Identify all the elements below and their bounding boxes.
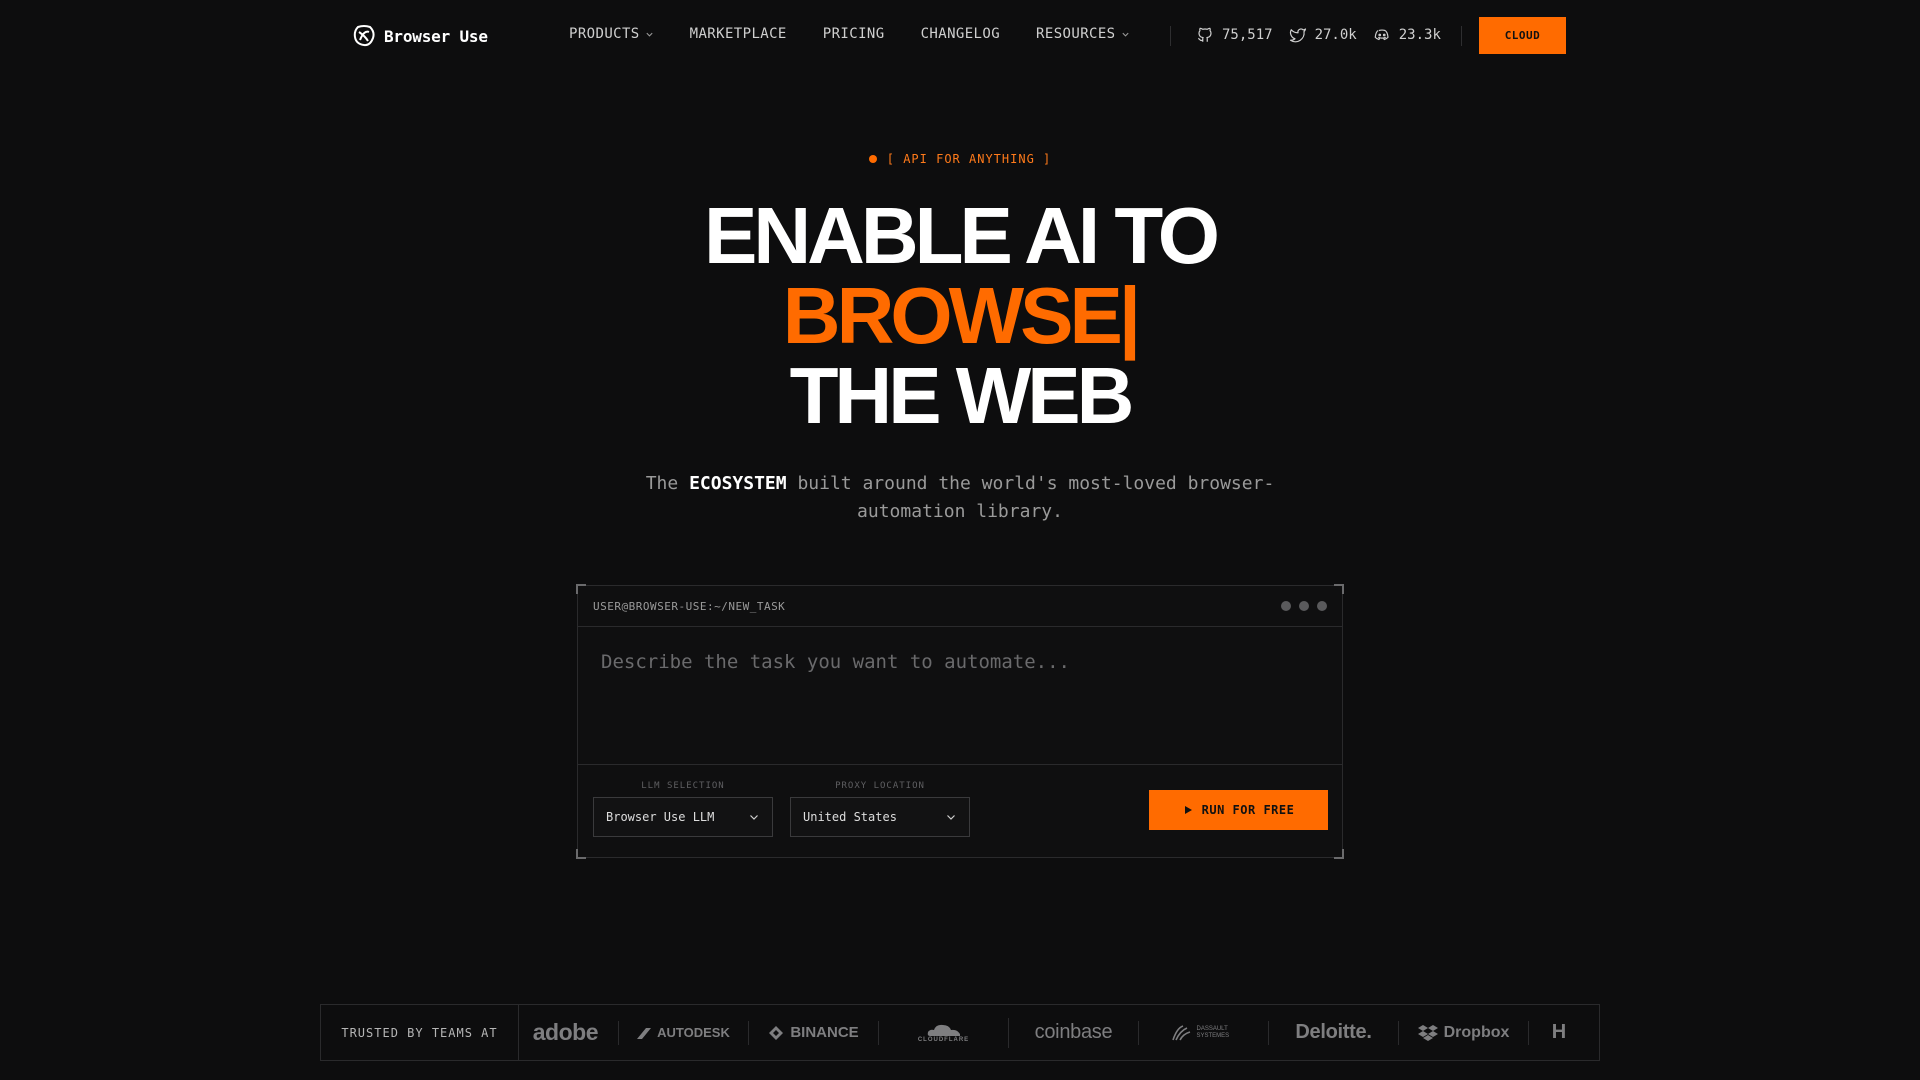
hero-tag-text: [ API FOR ANYTHING ] [886,152,1052,166]
nav-changelog-label: CHANGELOG [920,26,1001,42]
tag-dot-icon [868,155,877,163]
subtitle-post: built around the world's most-loved brow… [797,473,1275,522]
brand-logos-marquee: adobe AUTODESK BINANCE CLOUDFLARE coinba… [519,1005,1599,1060]
proxy-select-value: United States [803,810,897,824]
brand-deloitte: Deloitte. [1269,1020,1399,1045]
twitter-followers-link[interactable]: 27.0k [1289,26,1357,44]
nav-marketplace[interactable]: MARKETPLACE [690,26,787,42]
brand-name: Browser Use [384,26,488,46]
brand-adobe-text: adobe [532,1019,599,1045]
terminal-footer: LLM SELECTION Browser Use LLM PROXY LOCA… [578,765,1342,857]
play-icon [1184,806,1192,814]
terminal-path: USER@BROWSER-USE:~/NEW_TASK [593,599,786,613]
hero-tag: [ API FOR ANYTHING ] [0,152,1920,166]
brand-coinbase: coinbase [1009,1020,1139,1045]
browser-use-logo-icon [353,25,375,47]
discord-members-link[interactable]: 23.3k [1373,26,1441,44]
headline-line-3: THE WEB [789,351,1135,440]
twitter-followers-count: 27.0k [1314,27,1357,43]
chevron-down-icon [947,815,955,820]
frame-corner [576,584,586,594]
nav-products[interactable]: PRODUCTS [569,26,654,42]
run-button-label: RUN FOR FREE [1201,803,1295,817]
discord-icon [1374,29,1389,41]
proxy-location-label: PROXY LOCATION [835,781,925,791]
dropbox-logo-icon [1417,1024,1438,1041]
twitter-icon [1289,28,1306,43]
brand-dassault: DASSAULT SYSTEMES [1139,1020,1269,1045]
nav-resources-label: RESOURCES [1036,26,1116,42]
dassault-logo-icon [1171,1024,1190,1040]
subtitle-bold: ECOSYSTEM [689,473,787,494]
nav-resources[interactable]: RESOURCES [1036,26,1129,42]
chevron-down-icon [646,32,653,37]
trusted-label: TRUSTED BY TEAMS AT [321,1005,519,1060]
brand-dropbox: Dropbox [1399,1020,1529,1045]
proxy-location-group: PROXY LOCATION United States [790,781,970,837]
terminal-header: USER@BROWSER-USE:~/NEW_TASK [578,586,1342,627]
brand-dropbox-text: Dropbox [1443,1023,1510,1041]
brand-binance-text: BINANCE [790,1024,859,1041]
github-icon [1197,27,1212,42]
github-stars-count: 75,517 [1222,27,1273,43]
llm-selection-group: LLM SELECTION Browser Use LLM [593,781,773,837]
task-input[interactable] [578,627,1342,765]
brand-autodesk: AUTODESK [619,1020,749,1045]
nav-links: PRODUCTS MARKETPLACE PRICING CHANGELOG R… [569,26,1130,42]
trusted-by-bar: TRUSTED BY TEAMS AT adobe AUTODESK BINAN… [320,1004,1600,1061]
hero-subtitle: The ECOSYSTEM built around the world's m… [620,470,1300,526]
top-nav: Browser Use PRODUCTS MARKETPLACE PRICING… [0,0,1920,72]
nav-products-label: PRODUCTS [569,26,640,42]
brand-autodesk-text: AUTODESK [657,1025,730,1040]
llm-select[interactable]: Browser Use LLM [593,797,773,837]
task-terminal: USER@BROWSER-USE:~/NEW_TASK LLM SELECTIO… [576,584,1344,859]
chevron-down-icon [1121,32,1129,37]
subtitle-pre: The [645,473,679,494]
discord-members-count: 23.3k [1398,27,1441,43]
brand-binance: BINANCE [749,1020,879,1045]
nav-divider [1170,26,1171,46]
github-stars-link[interactable]: 75,517 [1196,26,1273,44]
cloud-button[interactable]: CLOUD [1479,17,1566,54]
nav-changelog[interactable]: CHANGELOG [921,26,1000,42]
hero-headline: ENABLE AI TO BROWSE| THE WEB [0,196,1920,436]
brand-cloudflare-text: CLOUDFLARE [917,1036,970,1043]
nav-pricing[interactable]: PRICING [823,26,885,42]
cloudflare-logo-icon [927,1024,960,1036]
brand-cloudflare: CLOUDFLARE [879,1017,1009,1048]
headline-line-2: BROWSE| [782,271,1141,360]
llm-select-value: Browser Use LLM [606,810,715,824]
window-dot-icon [1299,601,1309,611]
llm-selection-label: LLM SELECTION [641,781,725,791]
autodesk-logo-icon [637,1027,652,1039]
brand-partial-text: H [1551,1021,1567,1043]
brand-deloitte-text: Deloitte. [1295,1021,1372,1043]
brand-adobe: adobe [519,1019,619,1045]
headline-line-1: ENABLE AI TO [703,191,1220,280]
proxy-select[interactable]: United States [790,797,970,837]
brand-dassault-text: DASSAULT SYSTEMES [1196,1025,1230,1039]
window-dot-icon [1317,601,1327,611]
binance-logo-icon [769,1025,784,1040]
nav-marketplace-label: MARKETPLACE [689,26,787,42]
chevron-down-icon [750,815,758,820]
brand-partial: H [1529,1021,1589,1045]
brand-logo[interactable]: Browser Use [352,24,488,48]
social-stats: 75,517 27.0k 23.3k [1196,26,1441,44]
nav-divider [1461,26,1462,46]
frame-corner [1334,584,1344,594]
window-controls [1281,601,1327,611]
window-dot-icon [1281,601,1291,611]
brand-coinbase-text: coinbase [1034,1021,1113,1043]
run-for-free-button[interactable]: RUN FOR FREE [1149,790,1328,830]
nav-pricing-label: PRICING [822,26,885,42]
